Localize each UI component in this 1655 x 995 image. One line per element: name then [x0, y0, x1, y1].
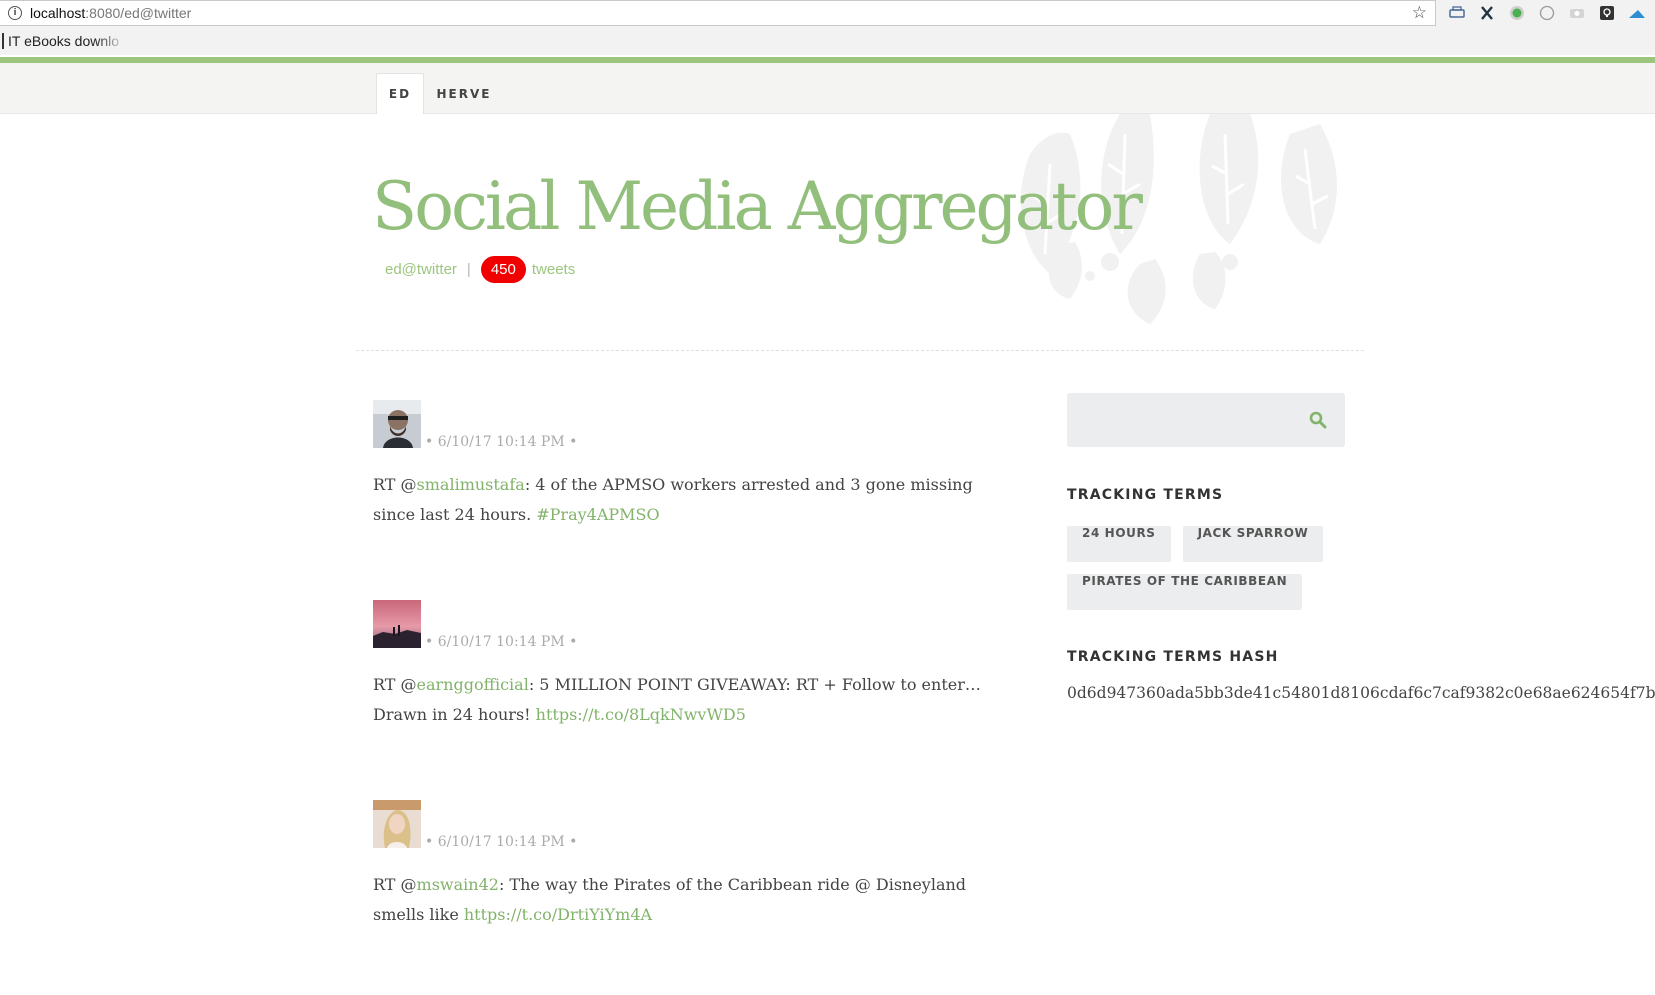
- search-icon[interactable]: [1309, 411, 1327, 429]
- bookmark-item[interactable]: IT eBooks downlo: [2, 33, 126, 49]
- url-link[interactable]: https://t.co/8LqkNwvWD5: [536, 705, 746, 724]
- tweet-timestamp: • 6/10/17 10:14 PM •: [425, 834, 578, 850]
- tweet-text: RT @smalimustafa: 4 of the APMSO workers…: [373, 470, 983, 530]
- search-box: [1067, 393, 1345, 447]
- retweet-prefix: RT @: [373, 475, 417, 494]
- tab-herve[interactable]: HERVE: [432, 73, 496, 114]
- url-path: :8080/ed@twitter: [85, 5, 192, 21]
- tracking-terms-heading: TRACKING TERMS: [1067, 487, 1224, 503]
- camera-icon[interactable]: [1568, 4, 1585, 21]
- tracking-terms-hash-heading: TRACKING TERMS HASH: [1067, 649, 1279, 665]
- circle-extension-icon[interactable]: [1538, 4, 1555, 21]
- info-icon[interactable]: i: [8, 6, 22, 20]
- user-link[interactable]: mswain42: [417, 875, 499, 894]
- url-host: localhost: [30, 5, 86, 21]
- bookmark-star-icon[interactable]: ☆: [1412, 3, 1427, 23]
- user-link[interactable]: smalimustafa: [417, 475, 525, 494]
- tweet-text: RT @earnggofficial: 5 MILLION POINT GIVE…: [373, 670, 983, 730]
- lightbulb-icon[interactable]: [1598, 4, 1615, 21]
- page-title: Social Media Aggregator: [372, 168, 1143, 245]
- hashtag-link[interactable]: #Pray4APMSO: [536, 505, 659, 524]
- tweet-item: • 6/10/17 10:14 PM • RT @earnggofficial:…: [373, 600, 983, 730]
- extension-x-icon[interactable]: [1478, 4, 1495, 21]
- extensions-bar: [1448, 4, 1645, 21]
- tweet-timestamp: • 6/10/17 10:14 PM •: [425, 434, 578, 450]
- tweet-item: • 6/10/17 10:14 PM • RT @mswain42: The w…: [373, 800, 983, 930]
- tweet-item: • 6/10/17 10:14 PM • RT @smalimustafa: 4…: [373, 400, 983, 530]
- search-input[interactable]: [1067, 393, 1297, 447]
- avatar[interactable]: [373, 800, 421, 848]
- tweet-meta: • 6/10/17 10:14 PM •: [373, 800, 983, 850]
- account-name[interactable]: ed@twitter: [385, 261, 457, 278]
- tweet-text: RT @mswain42: The way the Pirates of the…: [373, 870, 983, 930]
- green-dot-icon[interactable]: [1508, 4, 1525, 21]
- tab-bar: ED HERVE: [0, 63, 1655, 114]
- tweet-timestamp: • 6/10/17 10:14 PM •: [425, 634, 578, 650]
- cloud-icon[interactable]: [1628, 4, 1645, 21]
- separator: |: [466, 261, 471, 278]
- tweet-meta: • 6/10/17 10:14 PM •: [373, 400, 983, 450]
- tweet-meta: • 6/10/17 10:14 PM •: [373, 600, 983, 650]
- account-summary: ed@twitter | 450 tweets: [385, 256, 575, 283]
- header-divider: [356, 350, 1364, 351]
- tracking-term-tag[interactable]: JACK SPARROW: [1182, 526, 1324, 562]
- tracking-terms-list: 24 HOURS JACK SPARROW PIRATES OF THE CAR…: [1067, 526, 1367, 610]
- printer-icon[interactable]: [1448, 4, 1465, 21]
- avatar[interactable]: [373, 400, 421, 448]
- tweet-count-label: tweets: [531, 261, 576, 278]
- retweet-prefix: RT @: [373, 675, 417, 694]
- browser-chrome: i localhost:8080/ed@twitter ☆ IT eBooks …: [0, 0, 1655, 55]
- tweet-count-badge: 450: [480, 256, 526, 283]
- tracking-terms-hash: 0d6d947360ada5bb3de41c54801d8106cdaf6c7c…: [1067, 684, 1655, 702]
- tracking-term-tag[interactable]: PIRATES OF THE CARIBBEAN: [1067, 574, 1303, 610]
- user-link[interactable]: earnggofficial: [417, 675, 529, 694]
- tracking-term-tag[interactable]: 24 HOURS: [1067, 526, 1171, 562]
- retweet-prefix: RT @: [373, 875, 417, 894]
- bookmarks-bar: IT eBooks downlo: [0, 27, 1655, 55]
- url-link[interactable]: https://t.co/DrtiYiYm4A: [464, 905, 652, 924]
- tab-ed[interactable]: ED: [376, 73, 424, 114]
- avatar[interactable]: [373, 600, 421, 648]
- address-bar[interactable]: i localhost:8080/ed@twitter ☆: [0, 0, 1436, 26]
